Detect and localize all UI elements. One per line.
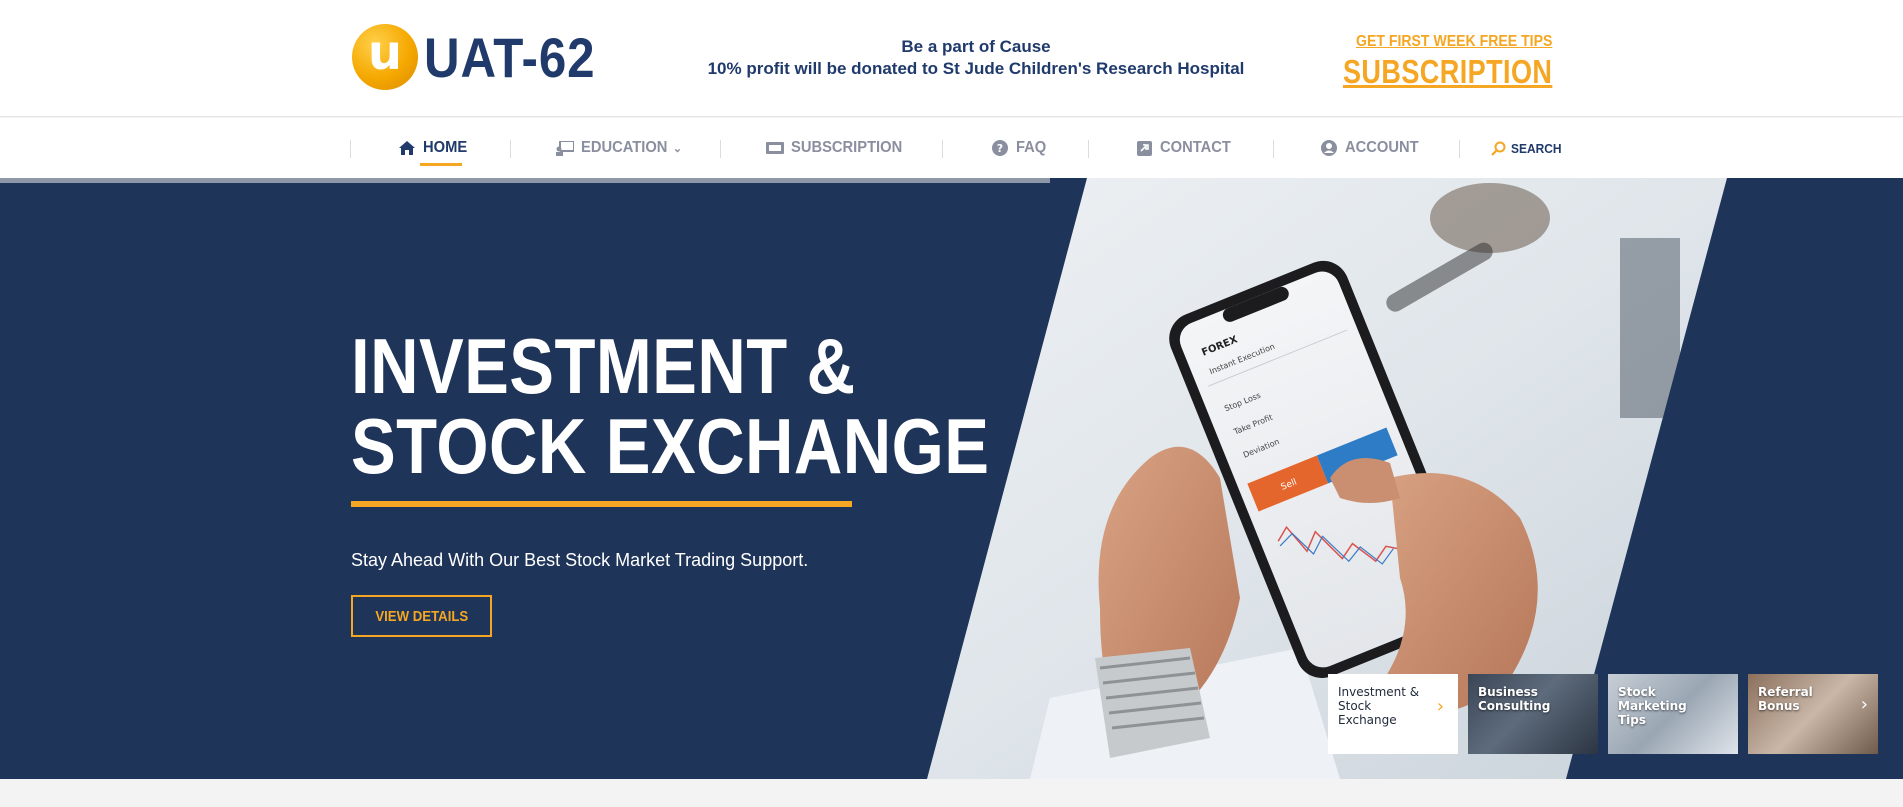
top-header: u UAT-62 Be a part of Cause 10% profit w… xyxy=(0,0,1903,117)
nav-item-label: SUBSCRIPTION xyxy=(791,139,903,156)
cause-message: Be a part of Cause 10% profit will be do… xyxy=(700,36,1252,80)
nav-item-label: CONTACT xyxy=(1160,139,1231,156)
contact-card-icon xyxy=(1135,140,1153,156)
free-tips-link[interactable]: GET FIRST WEEK FREE TIPS xyxy=(1327,33,1552,51)
nav-item-label: FAQ xyxy=(1016,139,1047,156)
promo-block: GET FIRST WEEK FREE TIPS SUBSCRIPTION xyxy=(1297,33,1552,91)
site-logo[interactable]: u UAT-62 xyxy=(352,24,619,90)
nav-item-label: ACCOUNT xyxy=(1345,139,1419,156)
hero-title: INVESTMENT & STOCK EXCHANGE xyxy=(351,326,989,486)
hero-title-line2: STOCK EXCHANGE xyxy=(351,402,990,490)
hero-subtitle: Stay Ahead With Our Best Stock Market Tr… xyxy=(351,550,809,570)
logo-badge: u xyxy=(352,24,418,90)
nav-item-label: EDUCATION xyxy=(581,139,668,156)
nav-item-label: HOME xyxy=(423,139,468,156)
nav-item-contact[interactable]: CONTACT xyxy=(1135,118,1237,178)
ticket-icon xyxy=(766,140,784,156)
hero-accent-rule xyxy=(351,501,852,507)
search-icon xyxy=(1489,140,1507,156)
nav-item-education[interactable]: EDUCATION ⌄ xyxy=(556,118,682,178)
nav-item-account[interactable]: ACCOUNT xyxy=(1320,118,1425,178)
nav-separator xyxy=(510,140,511,158)
nav-separator xyxy=(942,140,943,158)
nav-separator xyxy=(350,140,351,158)
slide-thumb-business[interactable]: Business Consulting xyxy=(1468,674,1598,754)
nav-item-subscription[interactable]: SUBSCRIPTION xyxy=(766,118,912,178)
nav-search[interactable]: SEARCH xyxy=(1489,118,1566,178)
chevron-right-icon: › xyxy=(1860,694,1868,715)
hero-progress-line xyxy=(0,178,1050,183)
home-icon xyxy=(398,140,416,156)
slide-thumb-investment[interactable]: Investment & Stock Exchange › xyxy=(1328,674,1458,754)
slide-thumb-label: Referral Bonus xyxy=(1758,685,1813,713)
page-bottom-strip xyxy=(0,779,1903,807)
slide-thumb-stock-tips[interactable]: Stock Marketing Tips xyxy=(1608,674,1738,754)
chevron-down-icon: ⌄ xyxy=(672,142,683,155)
hero-title-line1: INVESTMENT & xyxy=(351,322,856,410)
svg-text:?: ? xyxy=(997,142,1003,155)
view-details-button[interactable]: VIEW DETAILS xyxy=(351,595,492,637)
slide-thumb-label: Business Consulting xyxy=(1478,685,1551,713)
slide-thumb-referral[interactable]: Referral Bonus › xyxy=(1748,674,1878,754)
nav-separator xyxy=(1088,140,1089,158)
slide-thumb-label: Investment & Stock Exchange xyxy=(1338,685,1420,727)
active-underline xyxy=(420,163,462,166)
user-circle-icon xyxy=(1320,140,1338,156)
search-label: SEARCH xyxy=(1511,140,1562,156)
nav-item-faq[interactable]: ? FAQ xyxy=(991,118,1049,178)
nav-separator xyxy=(1459,140,1460,158)
nav-item-home[interactable]: HOME xyxy=(398,118,471,178)
cause-detail: 10% profit will be donated to St Jude Ch… xyxy=(707,59,1245,78)
main-nav: HOME EDUCATION ⌄ SUBSCRIPTION ? FAQ CONT… xyxy=(0,118,1903,178)
view-details-label: VIEW DETAILS xyxy=(375,607,468,625)
chevron-right-icon: › xyxy=(1436,696,1444,717)
question-circle-icon: ? xyxy=(991,140,1009,156)
slide-thumb-label: Stock Marketing Tips xyxy=(1618,685,1687,727)
logo-text: UAT-62 xyxy=(424,25,596,89)
subscription-link[interactable]: SUBSCRIPTION xyxy=(1343,53,1552,91)
hero-banner: FOREX Instant Execution Stop Loss Take P… xyxy=(0,178,1903,779)
nav-separator xyxy=(1273,140,1274,158)
education-icon xyxy=(556,140,574,156)
nav-separator xyxy=(720,140,721,158)
cause-headline: Be a part of Cause xyxy=(901,37,1051,56)
